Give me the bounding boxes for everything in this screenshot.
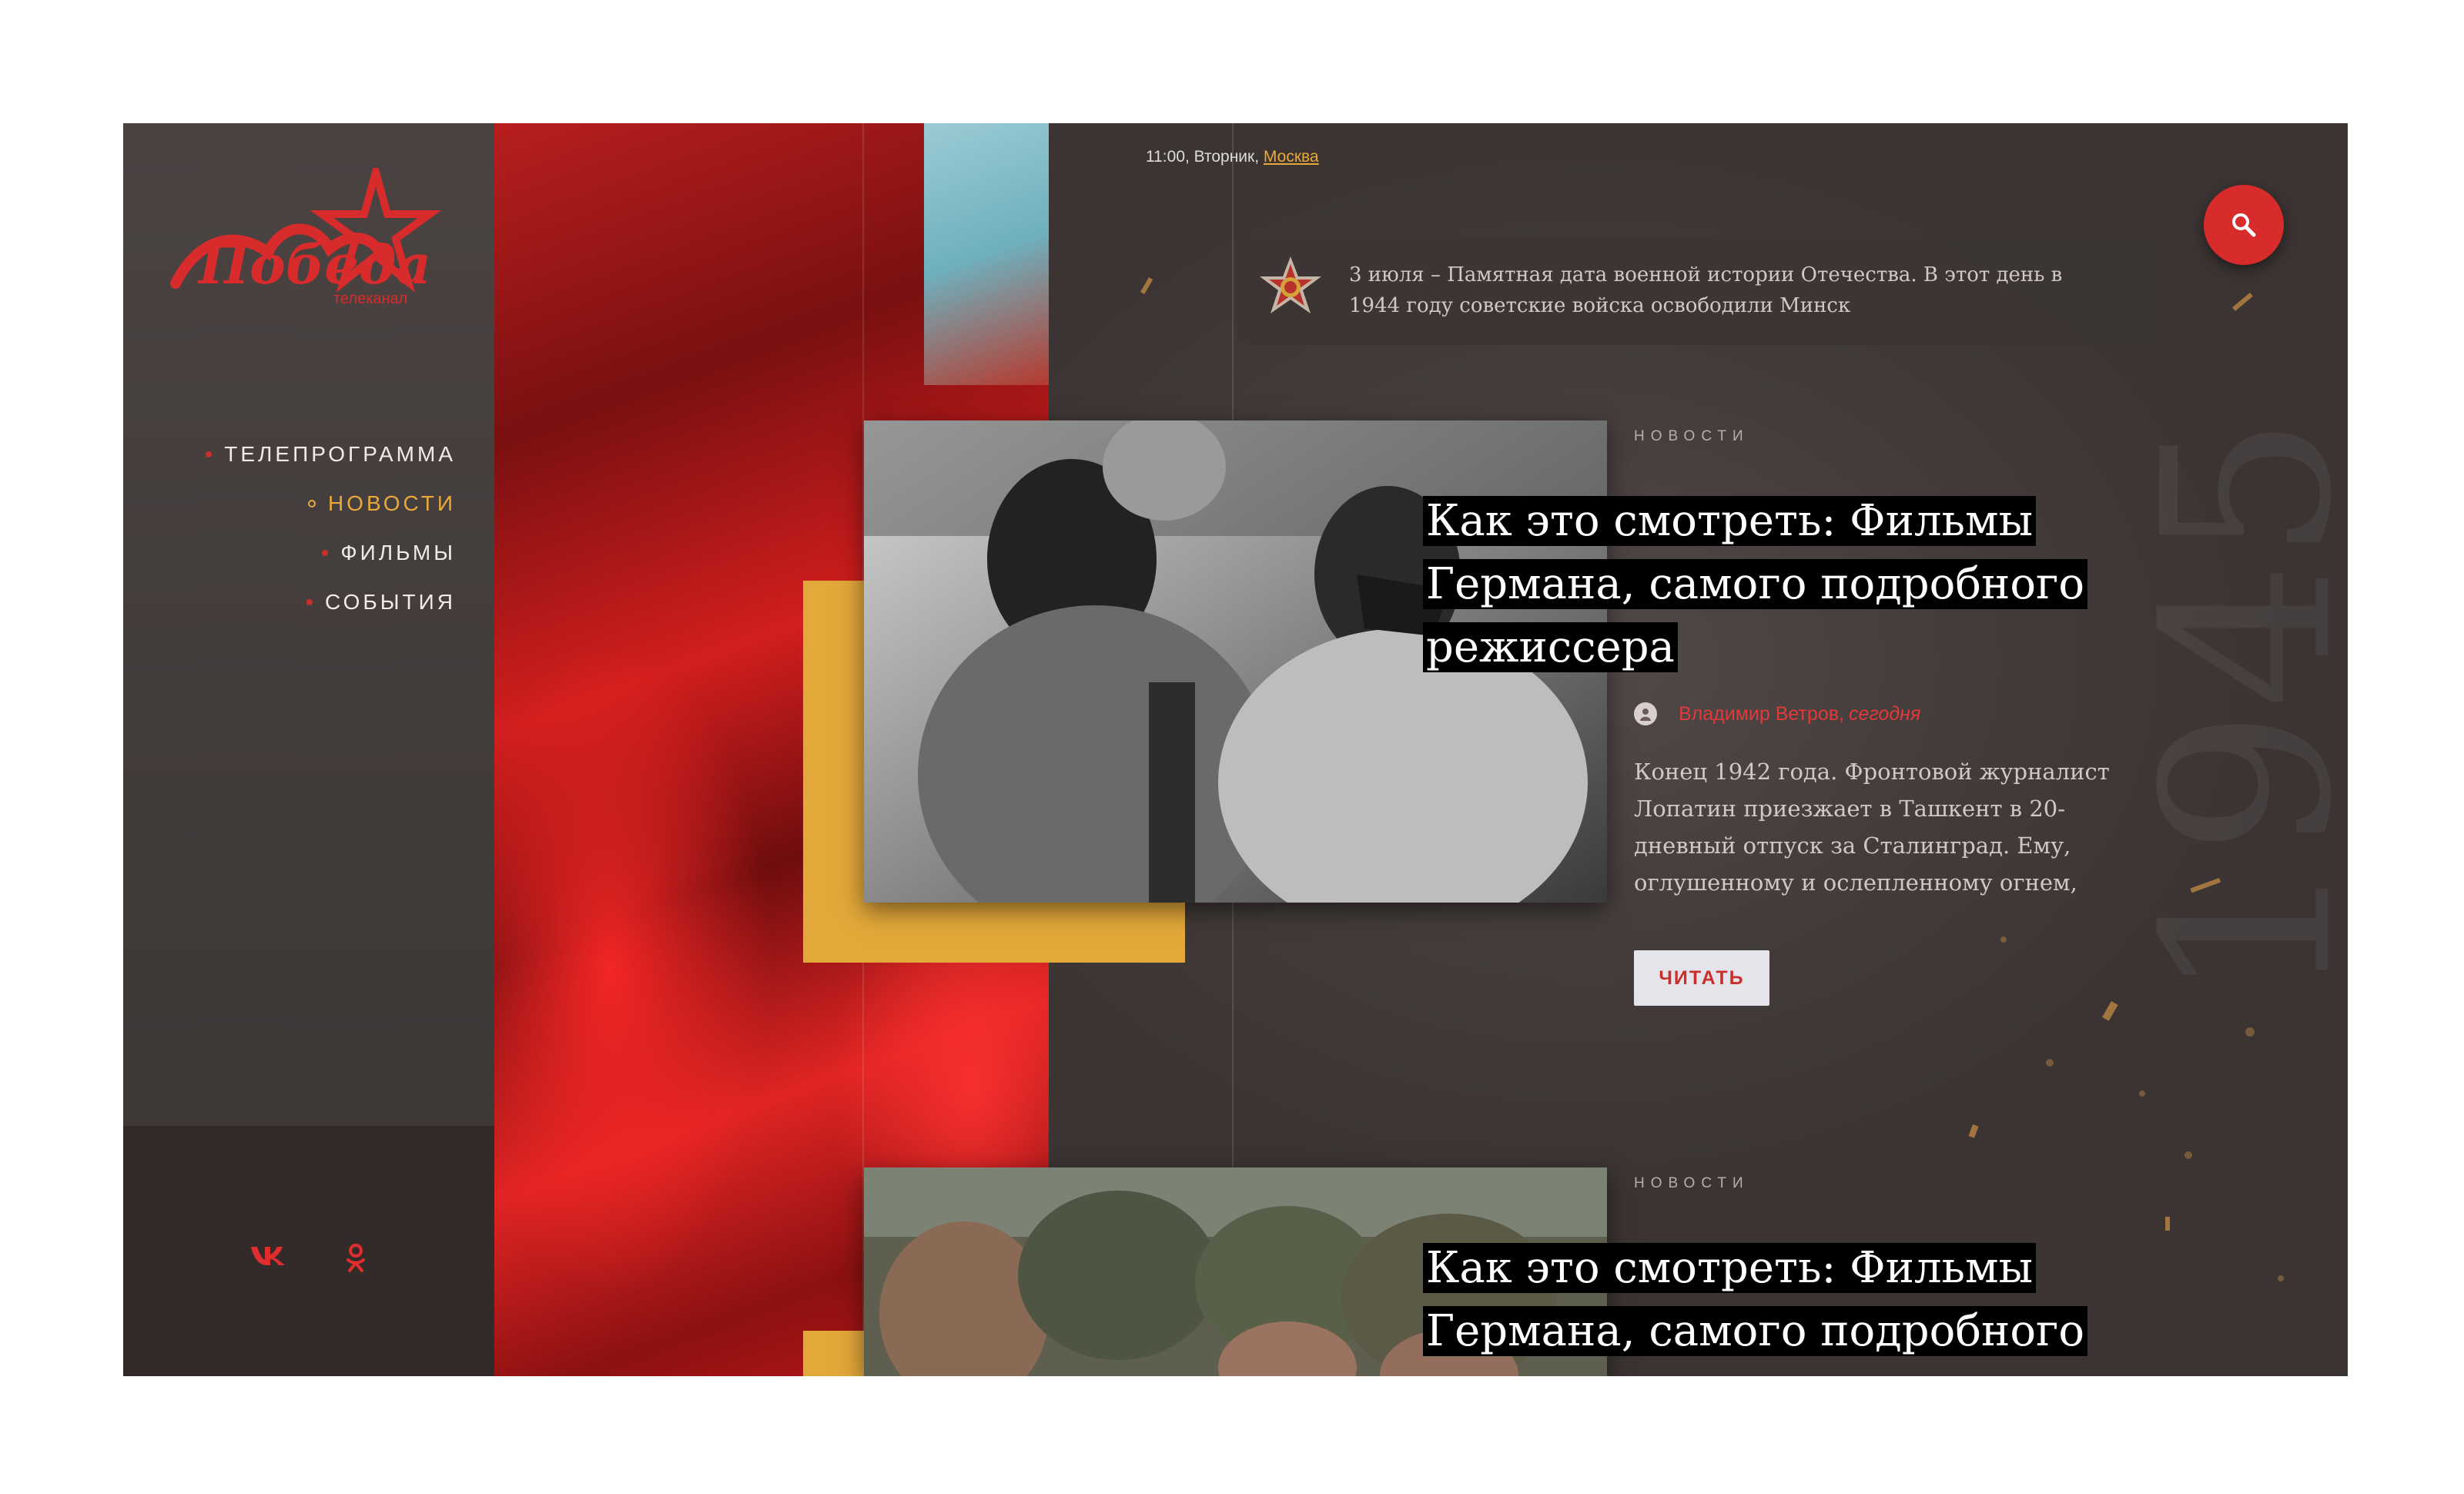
search-icon	[2232, 213, 2256, 237]
memorial-date-banner: 3 июля – Памятная дата военной истории О…	[1237, 236, 2165, 345]
search-button[interactable]	[2204, 185, 2284, 265]
page-frame: 1945 Победа телеканал ТЕЛЕПРОГРАММА НОВО…	[123, 123, 2348, 1376]
nav-item-label: ФИЛЬМЫ	[340, 541, 456, 564]
author-name[interactable]: Владимир Ветров,	[1679, 703, 1844, 725]
odnoklassniki-icon[interactable]	[340, 1240, 371, 1277]
bullet-icon	[307, 500, 316, 507]
order-of-patriotic-war-icon	[1254, 253, 1327, 327]
sidebar: Победа телеканал ТЕЛЕПРОГРАММА НОВОСТИ Ф…	[123, 123, 494, 1376]
accent-block	[803, 1331, 864, 1376]
current-time: 11:00, Вторник,	[1146, 148, 1264, 166]
bullet-icon	[206, 451, 213, 457]
sidebar-footer	[123, 1126, 494, 1376]
bullet-icon	[306, 599, 313, 605]
nav-item-label: НОВОСТИ	[327, 491, 456, 515]
nav-item-label: СОБЫТИЯ	[325, 590, 456, 614]
svg-text:Победа: Победа	[197, 233, 431, 296]
nav-item-filmy[interactable]: ФИЛЬМЫ	[206, 528, 456, 578]
pobeda-logo[interactable]: Победа телеканал	[168, 158, 445, 322]
nav-item-sobytiya[interactable]: СОБЫТИЯ	[206, 578, 456, 627]
read-button[interactable]: ЧИТАТЬ	[1634, 950, 1769, 1006]
city-link[interactable]: Москва	[1264, 148, 1319, 166]
memorial-date-text: 3 июля – Памятная дата военной истории О…	[1349, 263, 2063, 317]
date-time-location: 11:00, Вторник, Москва	[1146, 148, 1319, 166]
nav-item-teleprogramma[interactable]: ТЕЛЕПРОГРАММА	[206, 430, 456, 479]
nav-item-label: ТЕЛЕПРОГРАММА	[224, 442, 456, 466]
year-watermark: 1945	[2114, 414, 2348, 1003]
avatar	[1634, 702, 1657, 725]
bullet-icon	[322, 550, 329, 556]
nav-item-novosti[interactable]: НОВОСТИ	[206, 479, 456, 528]
news-headline[interactable]: Как это смотреть: Фильмы Германа, самого…	[1423, 1237, 2162, 1363]
news-headline[interactable]: Как это смотреть: Фильмы Германа, самого…	[1423, 490, 2162, 679]
news-excerpt: Конец 1942 года. Фронтовой журналист Лоп…	[1634, 759, 2110, 896]
news-category: НОВОСТИ	[1634, 1175, 1749, 1191]
publish-time: сегодня	[1848, 702, 1921, 725]
news-author: Владимир Ветров, сегодня	[1634, 702, 1920, 725]
vk-icon[interactable]	[246, 1240, 290, 1271]
news-headline-text: Как это смотреть: Фильмы Германа, самого…	[1423, 1243, 2088, 1356]
main-nav: ТЕЛЕПРОГРАММА НОВОСТИ ФИЛЬМЫ СОБЫТИЯ	[206, 430, 456, 627]
news-category: НОВОСТИ	[1634, 428, 1749, 444]
news-headline-text: Как это смотреть: Фильмы Германа, самого…	[1423, 496, 2088, 672]
sky-background	[924, 123, 1049, 385]
svg-text:телеканал: телеканал	[333, 290, 407, 307]
